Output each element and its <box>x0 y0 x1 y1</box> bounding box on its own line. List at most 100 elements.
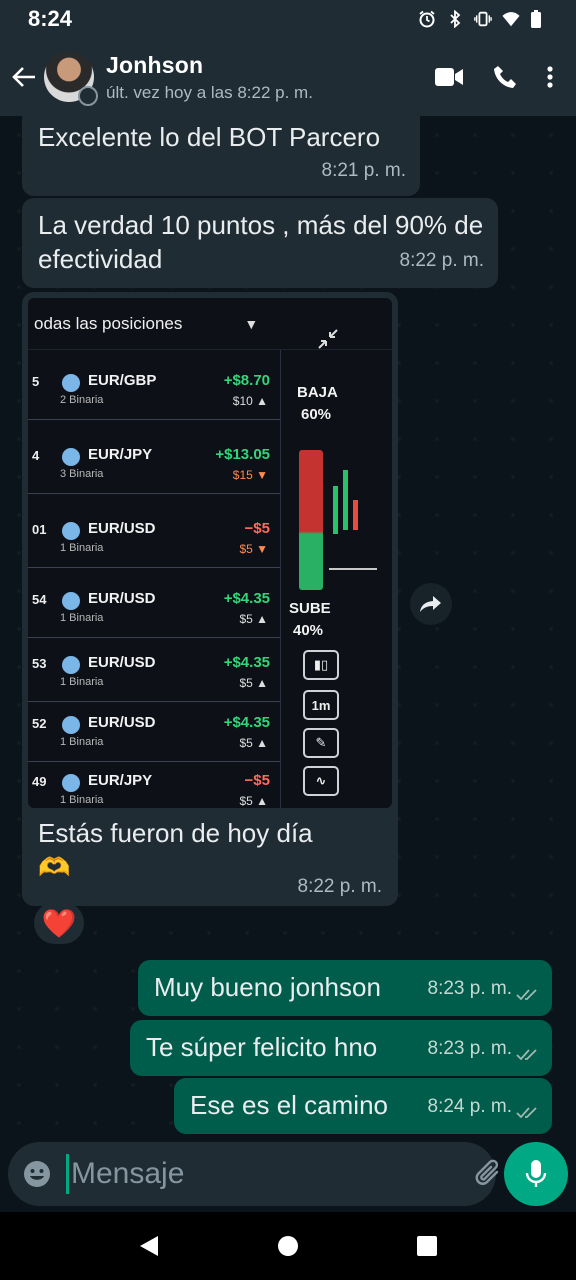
more-icon[interactable] <box>546 65 554 89</box>
double-check-icon <box>516 1049 537 1061</box>
forward-icon <box>420 596 441 612</box>
position-stake: $5 ▼ <box>239 542 268 556</box>
position-type: 1 Binaria <box>60 612 104 624</box>
position-type: 1 Binaria <box>60 542 104 554</box>
position-index: 54 <box>32 592 47 607</box>
position-index: 01 <box>32 522 47 537</box>
caret-down-icon: ▼ <box>244 315 259 332</box>
shared-screenshot[interactable]: odas las posiciones ▼ 5 EUR/GBP 2 Binari… <box>28 298 392 808</box>
message-time: 8:24 p. m. <box>427 1096 513 1117</box>
nav-back-icon[interactable] <box>138 1234 160 1258</box>
currency-icon <box>62 374 80 392</box>
message-input[interactable] <box>66 1154 457 1194</box>
position-profit: +$4.35 <box>223 654 270 671</box>
candles-chart <box>329 450 377 590</box>
contact-info[interactable]: Jonhson últ. vez hoy a las 8:22 p. m. <box>106 52 434 103</box>
nav-home-icon[interactable] <box>277 1235 299 1257</box>
currency-icon <box>62 448 80 466</box>
position-pair: EUR/USD <box>88 714 156 731</box>
position-pair: EUR/USD <box>88 654 156 671</box>
wifi-icon <box>502 10 520 28</box>
battery-icon <box>530 10 548 28</box>
attach-button[interactable] <box>473 1154 505 1194</box>
emoji-button[interactable] <box>22 1157 52 1191</box>
message-time: 8:22 p. m. <box>297 876 383 897</box>
position-row: 54 EUR/USD 1 Binaria +$4.35 $5 ▲ <box>28 574 280 638</box>
message-out[interactable]: Te súper felicito hno 8:23 p. m. <box>130 1020 552 1076</box>
image-caption: Estás fueron de hoy día 🫶 <box>28 808 392 884</box>
system-nav-bar <box>0 1212 576 1280</box>
position-row: 4 EUR/JPY 3 Binaria +$13.05 $15 ▼ <box>28 430 280 494</box>
status-icons <box>418 10 548 28</box>
collapse-icon <box>318 329 338 349</box>
message-in[interactable]: La verdad 10 puntos , más del 90% de efe… <box>22 198 498 288</box>
position-row: 01 EUR/USD 1 Binaria −$5 $5 ▼ <box>28 504 280 568</box>
reaction-badge[interactable]: ❤️ <box>34 902 84 944</box>
position-row: 5 EUR/GBP 2 Binaria +$8.70 $10 ▲ <box>28 356 280 420</box>
message-in[interactable]: Excelente lo del BOT Parcero 8:21 p. m. <box>22 116 420 196</box>
up-label: SUBE <box>289 600 331 617</box>
position-type: 1 Binaria <box>60 676 104 688</box>
status-time: 8:24 <box>28 6 73 31</box>
message-image[interactable]: odas las posiciones ▼ 5 EUR/GBP 2 Binari… <box>22 292 398 906</box>
chat-area[interactable]: Excelente lo del BOT Parcero 8:21 p. m. … <box>0 116 576 1140</box>
position-stake: $5 ▲ <box>239 676 268 690</box>
position-stake: $5 ▲ <box>239 612 268 626</box>
back-button[interactable] <box>4 57 44 97</box>
status-bar: 8:24 <box>0 0 576 38</box>
position-profit: −$5 <box>244 520 270 537</box>
composer <box>8 1142 550 1206</box>
position-index: 49 <box>32 774 47 789</box>
position-type: 3 Binaria <box>60 468 104 480</box>
message-out[interactable]: Muy bueno jonhson 8:23 p. m. <box>138 960 552 1016</box>
double-check-icon <box>516 1107 537 1119</box>
message-text: Ese es el camino <box>190 1090 388 1120</box>
indicator-button: ∿ <box>303 766 339 796</box>
message-time: 8:23 p. m. <box>427 978 513 999</box>
position-index: 52 <box>32 716 47 731</box>
position-row: 52 EUR/USD 1 Binaria +$4.35 $5 ▲ <box>28 698 280 762</box>
position-stake: $5 ▲ <box>239 794 268 808</box>
position-index: 4 <box>32 448 40 463</box>
video-call-icon[interactable] <box>434 66 464 88</box>
position-type: 1 Binaria <box>60 794 104 806</box>
currency-icon <box>62 774 80 792</box>
trade-panel: BAJA 60% SUBE 40% ▮▯ 1m ✎ ∿ <box>280 329 392 808</box>
position-profit: +$4.35 <box>223 590 270 607</box>
position-type: 1 Binaria <box>60 736 104 748</box>
paperclip-icon <box>475 1159 499 1185</box>
forward-button[interactable] <box>410 583 452 625</box>
phone-icon[interactable] <box>492 64 518 90</box>
position-row: 49 EUR/JPY 1 Binaria −$5 $5 ▲ <box>28 756 280 808</box>
message-text: Te súper felicito hno <box>146 1032 378 1062</box>
arrow-left-icon <box>12 67 35 87</box>
status-ring-icon <box>78 86 98 106</box>
position-type: 2 Binaria <box>60 394 104 406</box>
vibrate-icon <box>474 10 492 28</box>
currency-icon <box>62 656 80 674</box>
currency-icon <box>62 522 80 540</box>
position-stake: $15 ▼ <box>232 468 268 482</box>
sentiment-bar <box>299 450 323 590</box>
contact-name: Jonhson <box>106 51 204 78</box>
message-time: 8:23 p. m. <box>427 1038 513 1059</box>
position-stake: $10 ▲ <box>232 394 268 408</box>
nav-recents-icon[interactable] <box>416 1235 438 1257</box>
up-percent: 40% <box>293 622 324 639</box>
position-pair: EUR/JPY <box>88 446 153 463</box>
position-profit: +$4.35 <box>223 714 270 731</box>
double-check-icon <box>516 989 537 1001</box>
header-actions <box>434 64 554 90</box>
position-pair: EUR/USD <box>88 520 156 537</box>
chat-header: Jonhson últ. vez hoy a las 8:22 p. m. <box>0 38 576 116</box>
position-stake: $5 ▲ <box>239 736 268 750</box>
avatar[interactable] <box>44 52 98 106</box>
voice-record-button[interactable] <box>504 1142 568 1206</box>
position-pair: EUR/USD <box>88 590 156 607</box>
message-time: 8:21 p. m. <box>321 160 407 181</box>
microphone-icon <box>525 1160 547 1187</box>
message-time: 8:22 p. m. <box>399 250 485 271</box>
message-out[interactable]: Ese es el camino 8:24 p. m. <box>174 1078 552 1134</box>
position-pair: EUR/GBP <box>88 372 157 389</box>
position-pair: EUR/JPY <box>88 772 153 789</box>
